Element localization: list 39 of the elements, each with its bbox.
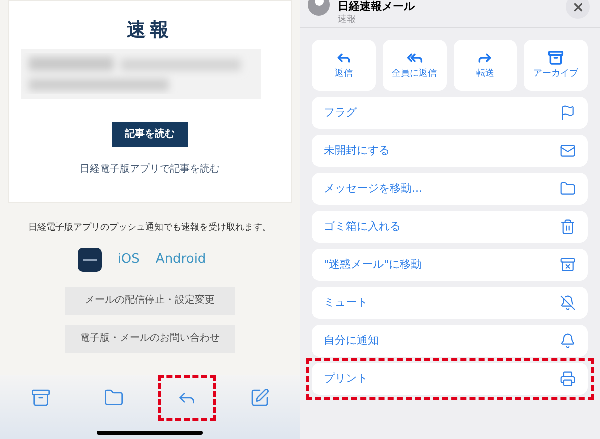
action-tile[interactable]: アーカイブ: [524, 40, 588, 91]
flag-icon: [560, 105, 576, 121]
menu-item[interactable]: 未開封にする: [312, 135, 588, 167]
bell-off-icon: [560, 295, 576, 311]
menu-item[interactable]: ミュート: [312, 287, 588, 319]
trash-icon: [560, 219, 576, 235]
close-button[interactable]: [566, 0, 590, 19]
store-link[interactable]: iOS: [118, 250, 140, 270]
envelope-icon: [560, 143, 576, 159]
read-article-button[interactable]: 記事を読む: [112, 122, 188, 146]
app-icon[interactable]: [78, 248, 102, 272]
avatar: [308, 0, 330, 16]
menu-item[interactable]: フラグ: [312, 97, 588, 129]
action-tile[interactable]: 返信: [312, 40, 376, 91]
push-notice: 日経電子版アプリのプッシュ通知でも速報を受け取れます。: [28, 222, 272, 235]
bell-icon: [560, 333, 576, 349]
sender-name: 日経速報メール: [338, 0, 415, 14]
menu-item[interactable]: 自分に通知: [312, 325, 588, 357]
printer-icon: [560, 371, 576, 387]
menu-item[interactable]: "迷惑メール"に移動: [312, 249, 588, 281]
archive-icon: [30, 388, 50, 408]
compose-icon: [250, 388, 270, 408]
archive-icon: [548, 50, 564, 66]
menu-item[interactable]: ゴミ箱に入れる: [312, 211, 588, 243]
folder-icon: [104, 388, 124, 408]
app-link[interactable]: 日経電子版アプリで記事を読む: [80, 162, 220, 176]
folder-icon: [560, 181, 576, 197]
settings-button[interactable]: 電子版・メールのお問い合わせ: [65, 324, 235, 352]
settings-button[interactable]: メールの配信停止・設定変更: [65, 286, 235, 314]
action-tile[interactable]: 転送: [454, 40, 518, 91]
email-subject: 速報: [338, 14, 357, 27]
close-icon: [572, 0, 584, 14]
menu-item[interactable]: メッセージを移動...: [312, 173, 588, 205]
junk-bin-icon: [560, 257, 576, 273]
store-link[interactable]: Android: [156, 250, 206, 270]
action-tile[interactable]: 全員に返信: [382, 40, 446, 91]
email-title: 速報: [127, 18, 173, 43]
menu-item[interactable]: プリント: [312, 363, 588, 395]
toolbar-button[interactable]: [158, 375, 216, 421]
